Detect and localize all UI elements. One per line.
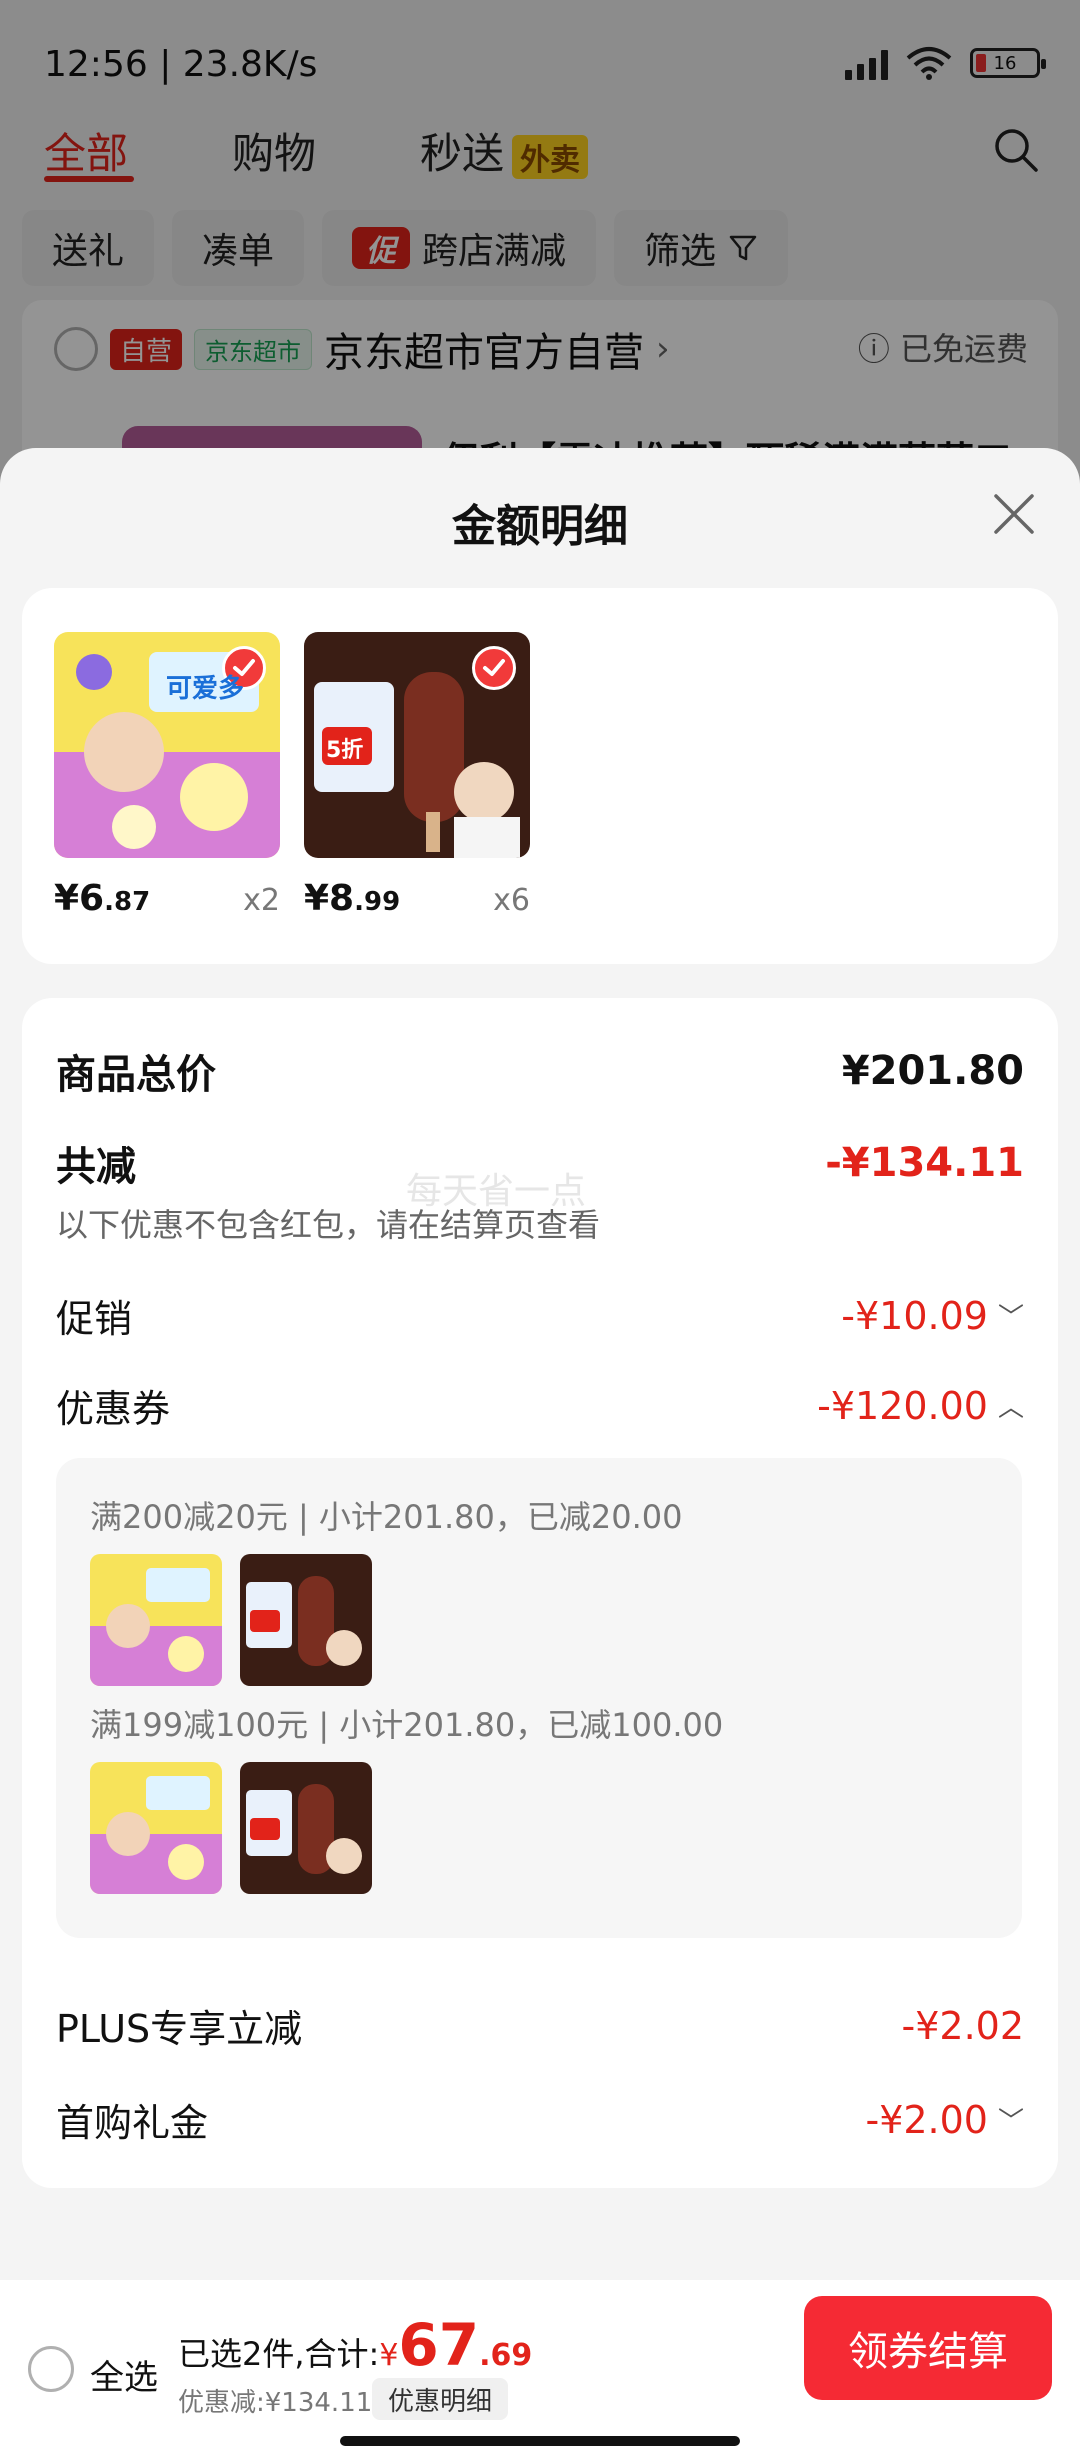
promotion-row[interactable]: 促销 -¥10.09 ﹀	[56, 1288, 1024, 1343]
total-amount: ¥67.69	[379, 2316, 532, 2374]
total-price-label: 商品总价	[56, 1052, 216, 1098]
reduction-note: 以下优惠不包含红包，请在结算页查看	[56, 1206, 601, 1244]
plus-discount-row: PLUS专享立减 -¥2.02	[56, 1998, 1024, 2053]
chevron-down-icon: ﹀	[997, 1303, 1024, 1333]
promotion-label: 促销	[56, 1297, 133, 1341]
home-indicator[interactable]	[340, 2436, 740, 2446]
total-reduction-label: 共减	[56, 1144, 136, 1190]
product-image-icebar: 5折	[304, 632, 530, 858]
product-price-dec: .87	[104, 887, 151, 917]
first-purchase-row[interactable]: 首购礼金 -¥2.00 ﹀	[56, 2092, 1024, 2147]
plus-discount-value: -¥2.02	[901, 2003, 1025, 2048]
product-quantity: x6	[493, 883, 530, 918]
product-item[interactable]: 可爱多 ¥6.87 x2	[54, 632, 280, 919]
coupon-value-wrap: -¥120.00 ︿	[817, 1384, 1024, 1428]
coupon-product-thumb	[240, 1554, 372, 1686]
total-integer: 67	[398, 2311, 480, 2379]
total-price-value: ¥201.80	[841, 1048, 1024, 1094]
selected-products-card: 可爱多 ¥6.87 x2 5折 ¥8.99 x6	[22, 588, 1058, 964]
product-price-int: ¥8	[304, 878, 355, 919]
selected-summary: 已选2件,合计: ¥67.69	[178, 2316, 532, 2375]
total-reduction-row: 共减 -¥134.11	[56, 1134, 1024, 1192]
sheet-title: 金额明细	[452, 501, 628, 552]
first-purchase-value-wrap: -¥2.00 ﹀	[865, 2098, 1024, 2142]
plus-discount-label: PLUS专享立减	[56, 2007, 303, 2051]
promotion-value: -¥10.09	[841, 1293, 988, 1338]
product-price: ¥8.99	[304, 878, 400, 919]
first-purchase-label: 首购礼金	[56, 2101, 209, 2145]
select-all-label[interactable]: 全选	[90, 2350, 158, 2399]
checkout-bar: 全选 已选2件,合计: ¥67.69 优惠减:¥134.11 优惠明细 领券结算	[0, 2280, 1080, 2460]
close-icon[interactable]	[992, 492, 1036, 536]
total-currency: ¥	[379, 2338, 399, 2373]
total-reduction-value: -¥134.11	[825, 1140, 1024, 1186]
price-details-card: 商品总价 ¥201.80 每天省一点 共减 -¥134.11 以下优惠不包含红包…	[22, 998, 1058, 2188]
coupon-detail-box: 满200减20元 | 小计201.80，已减20.00 满199减100元 | …	[56, 1458, 1022, 1938]
product-price-row: ¥6.87 x2	[54, 878, 280, 919]
select-all-radio[interactable]	[28, 2346, 74, 2392]
product-price-int: ¥6	[54, 878, 105, 919]
total-price-row: 商品总价 ¥201.80	[56, 1042, 1024, 1100]
coupon-line: 满199减100元 | 小计201.80，已减100.00	[90, 1706, 724, 1744]
first-purchase-value: -¥2.00	[865, 2097, 988, 2142]
amount-detail-sheet: 金额明细 可爱多 ¥6.87 x2 5折 ¥8.99 x6 商品总价 ¥201.…	[0, 448, 1080, 2460]
product-item[interactable]: 5折 ¥8.99 x6	[304, 632, 530, 919]
product-quantity: x2	[243, 883, 280, 918]
coupon-line: 满200减20元 | 小计201.80，已减20.00	[90, 1498, 683, 1536]
total-decimal: .69	[479, 2338, 533, 2373]
discount-detail-button[interactable]: 优惠明细	[372, 2378, 509, 2420]
product-price-row: ¥8.99 x6	[304, 878, 530, 919]
coupon-product-thumb	[90, 1554, 222, 1686]
coupon-value: -¥120.00	[817, 1383, 988, 1428]
checked-icon	[472, 646, 516, 690]
product-image-cornetto: 可爱多	[54, 632, 280, 858]
coupon-label: 优惠券	[56, 1387, 171, 1431]
chevron-down-icon: ﹀	[997, 2107, 1024, 2137]
saved-amount: 优惠减:¥134.11	[178, 2388, 373, 2418]
product-price-dec: .99	[354, 887, 401, 917]
coupon-product-thumb	[90, 1762, 222, 1894]
checkout-button[interactable]: 领券结算	[804, 2296, 1052, 2400]
coupon-row[interactable]: 优惠券 -¥120.00 ︿	[56, 1378, 1024, 1433]
product-image-label: 可爱多	[166, 674, 245, 704]
product-image-label: 5折	[326, 738, 364, 763]
chevron-up-icon: ︿	[997, 1393, 1024, 1423]
coupon-product-thumb	[240, 1762, 372, 1894]
selected-count-text: 已选2件,合计:	[178, 2335, 380, 2373]
promotion-value-wrap: -¥10.09 ﹀	[841, 1294, 1024, 1338]
product-price: ¥6.87	[54, 878, 150, 919]
